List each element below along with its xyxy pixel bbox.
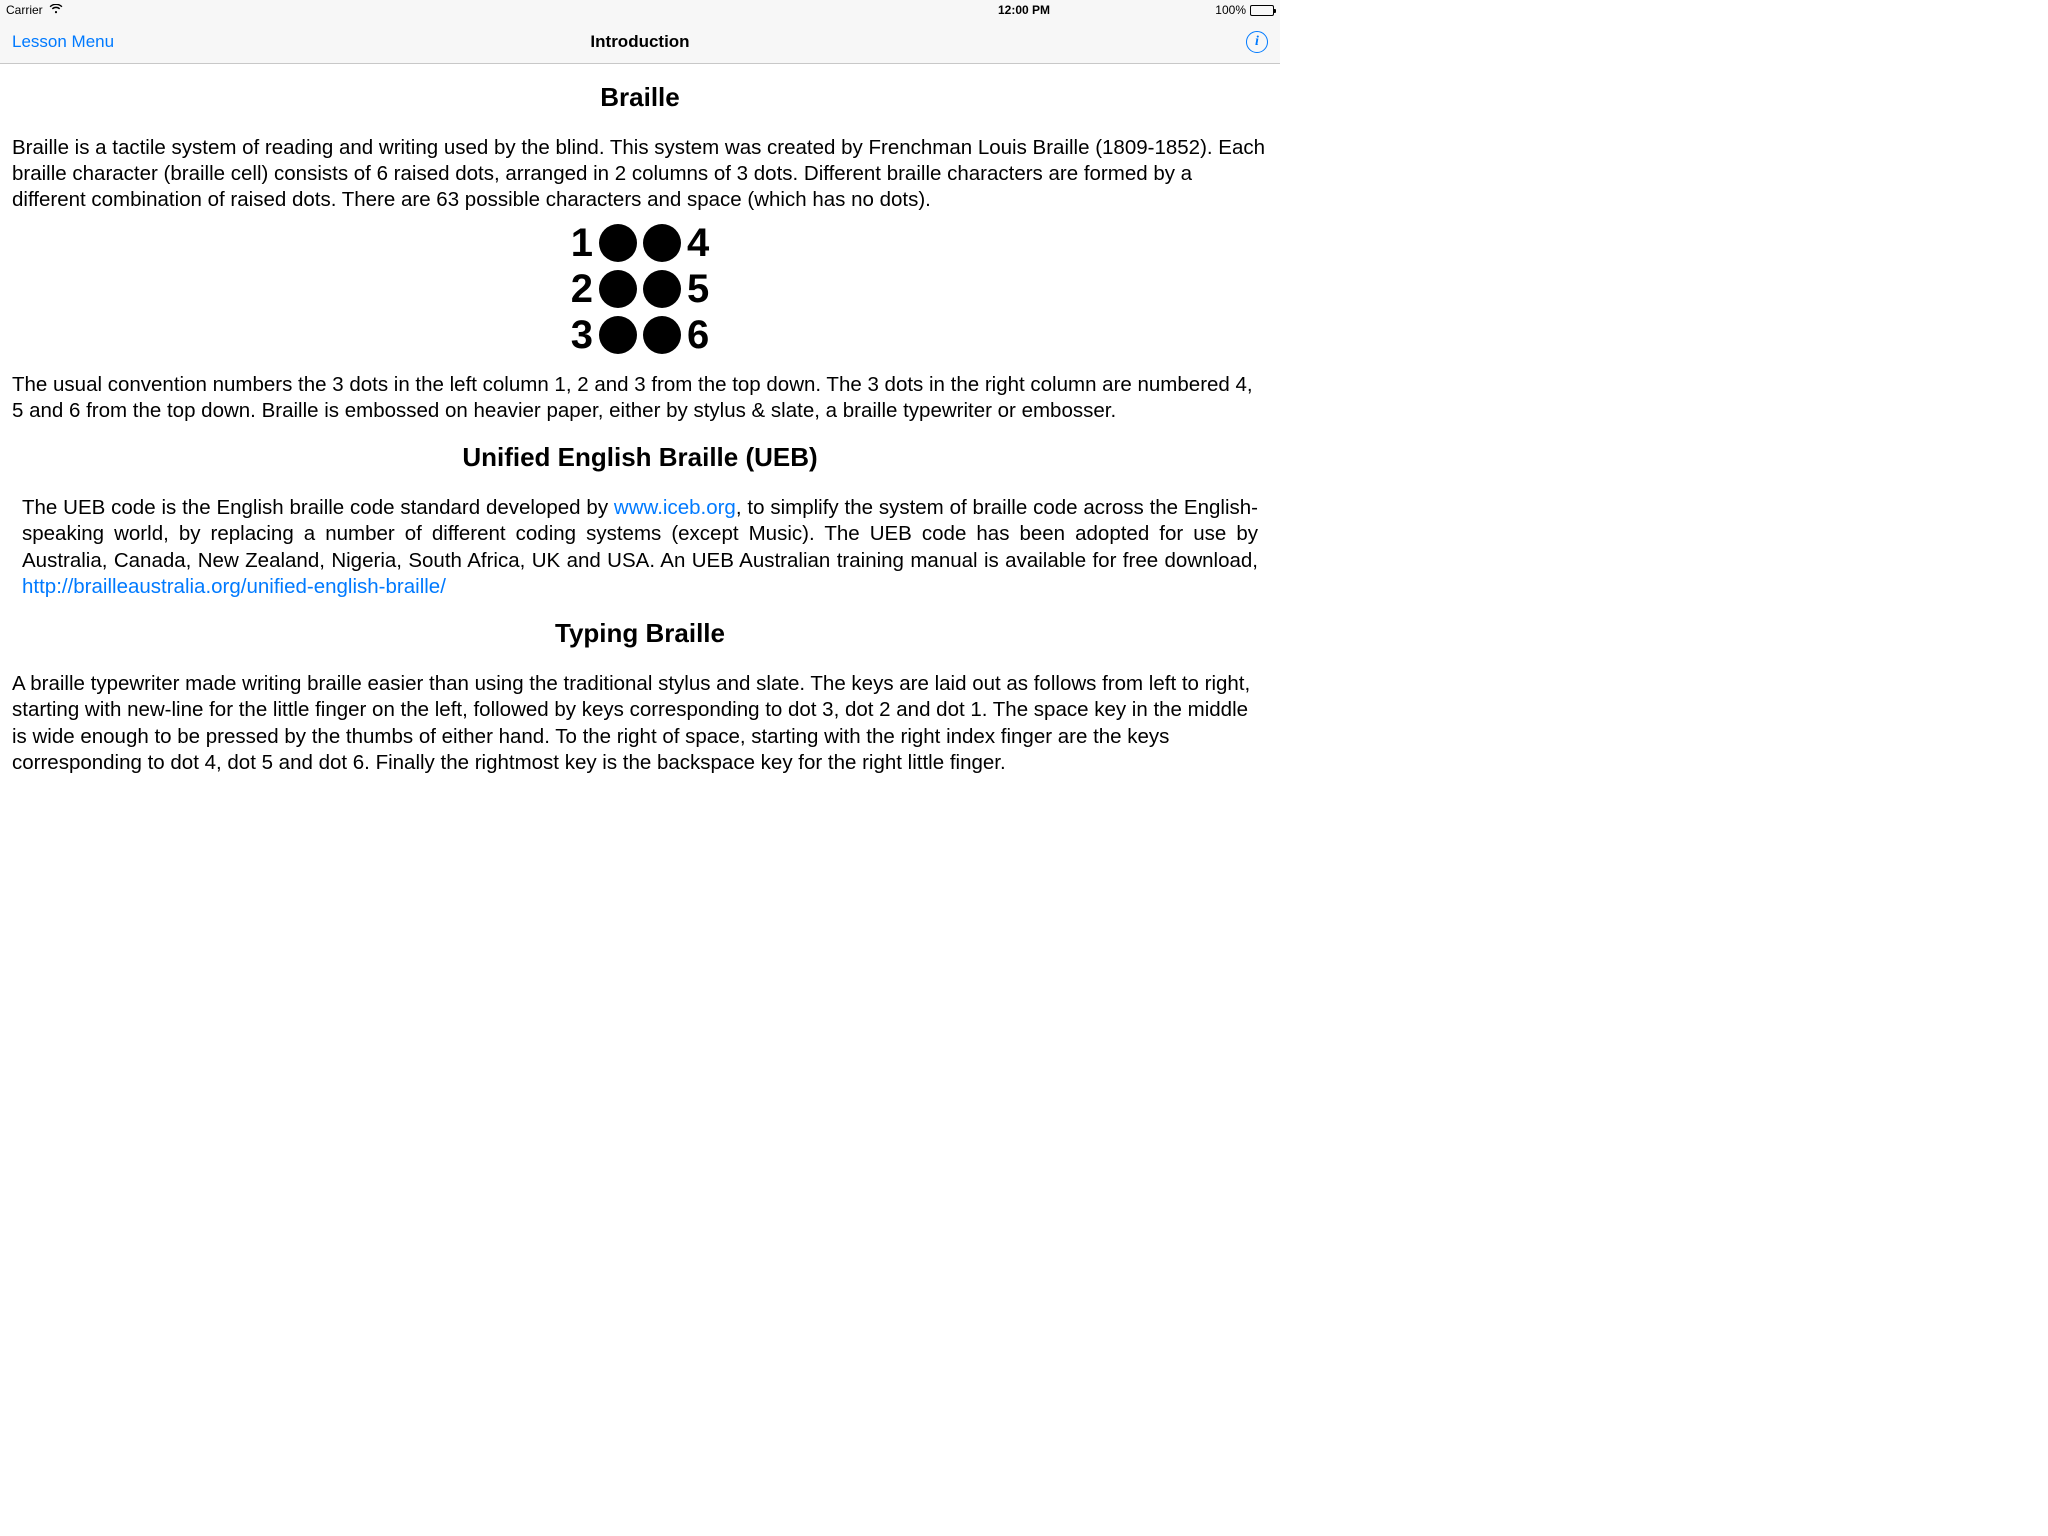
dot-label-5: 5 — [685, 269, 709, 309]
dot-5-icon — [643, 270, 681, 308]
braille-australia-link[interactable]: http://brailleaustralia.org/unified-engl… — [22, 575, 446, 598]
typing-paragraph: A braille typewriter made writing braill… — [12, 671, 1268, 776]
info-icon: i — [1246, 31, 1268, 53]
status-right: 100% — [1215, 3, 1274, 17]
info-button[interactable]: i — [1246, 31, 1268, 53]
dot-4-icon — [643, 224, 681, 262]
dot-label-6: 6 — [685, 315, 709, 355]
nav-bar: Lesson Menu Introduction i — [0, 20, 1280, 64]
status-time: 12:00 PM — [998, 3, 1050, 17]
ueb-text-1: The UEB code is the English braille code… — [22, 496, 614, 519]
back-button[interactable]: Lesson Menu — [12, 32, 114, 52]
wifi-icon — [49, 3, 63, 17]
braille-intro-paragraph: Braille is a tactile system of reading a… — [12, 135, 1268, 214]
section-heading-ueb: Unified English Braille (UEB) — [12, 442, 1268, 473]
dot-2-icon — [599, 270, 637, 308]
dot-label-1: 1 — [571, 223, 595, 263]
dot-1-icon — [599, 224, 637, 262]
dot-3-icon — [599, 316, 637, 354]
content-area[interactable]: Braille Braille is a tactile system of r… — [0, 64, 1280, 960]
section-heading-typing: Typing Braille — [12, 618, 1268, 649]
dot-label-4: 4 — [685, 223, 709, 263]
dot-label-3: 3 — [571, 315, 595, 355]
braille-cell-figure: 1 4 2 5 3 6 — [12, 220, 1268, 358]
status-bar: Carrier 12:00 PM 100% — [0, 0, 1280, 20]
battery-pct: 100% — [1215, 3, 1246, 17]
ueb-paragraph: The UEB code is the English braille code… — [12, 495, 1268, 600]
iceb-link[interactable]: www.iceb.org — [614, 496, 736, 519]
dot-label-2: 2 — [571, 269, 595, 309]
dot-6-icon — [643, 316, 681, 354]
battery-icon — [1250, 5, 1274, 16]
braille-convention-paragraph: The usual convention numbers the 3 dots … — [12, 372, 1268, 424]
carrier-label: Carrier — [6, 3, 43, 17]
status-left: Carrier — [6, 3, 63, 17]
page-title: Introduction — [590, 32, 689, 52]
section-heading-braille: Braille — [12, 82, 1268, 113]
